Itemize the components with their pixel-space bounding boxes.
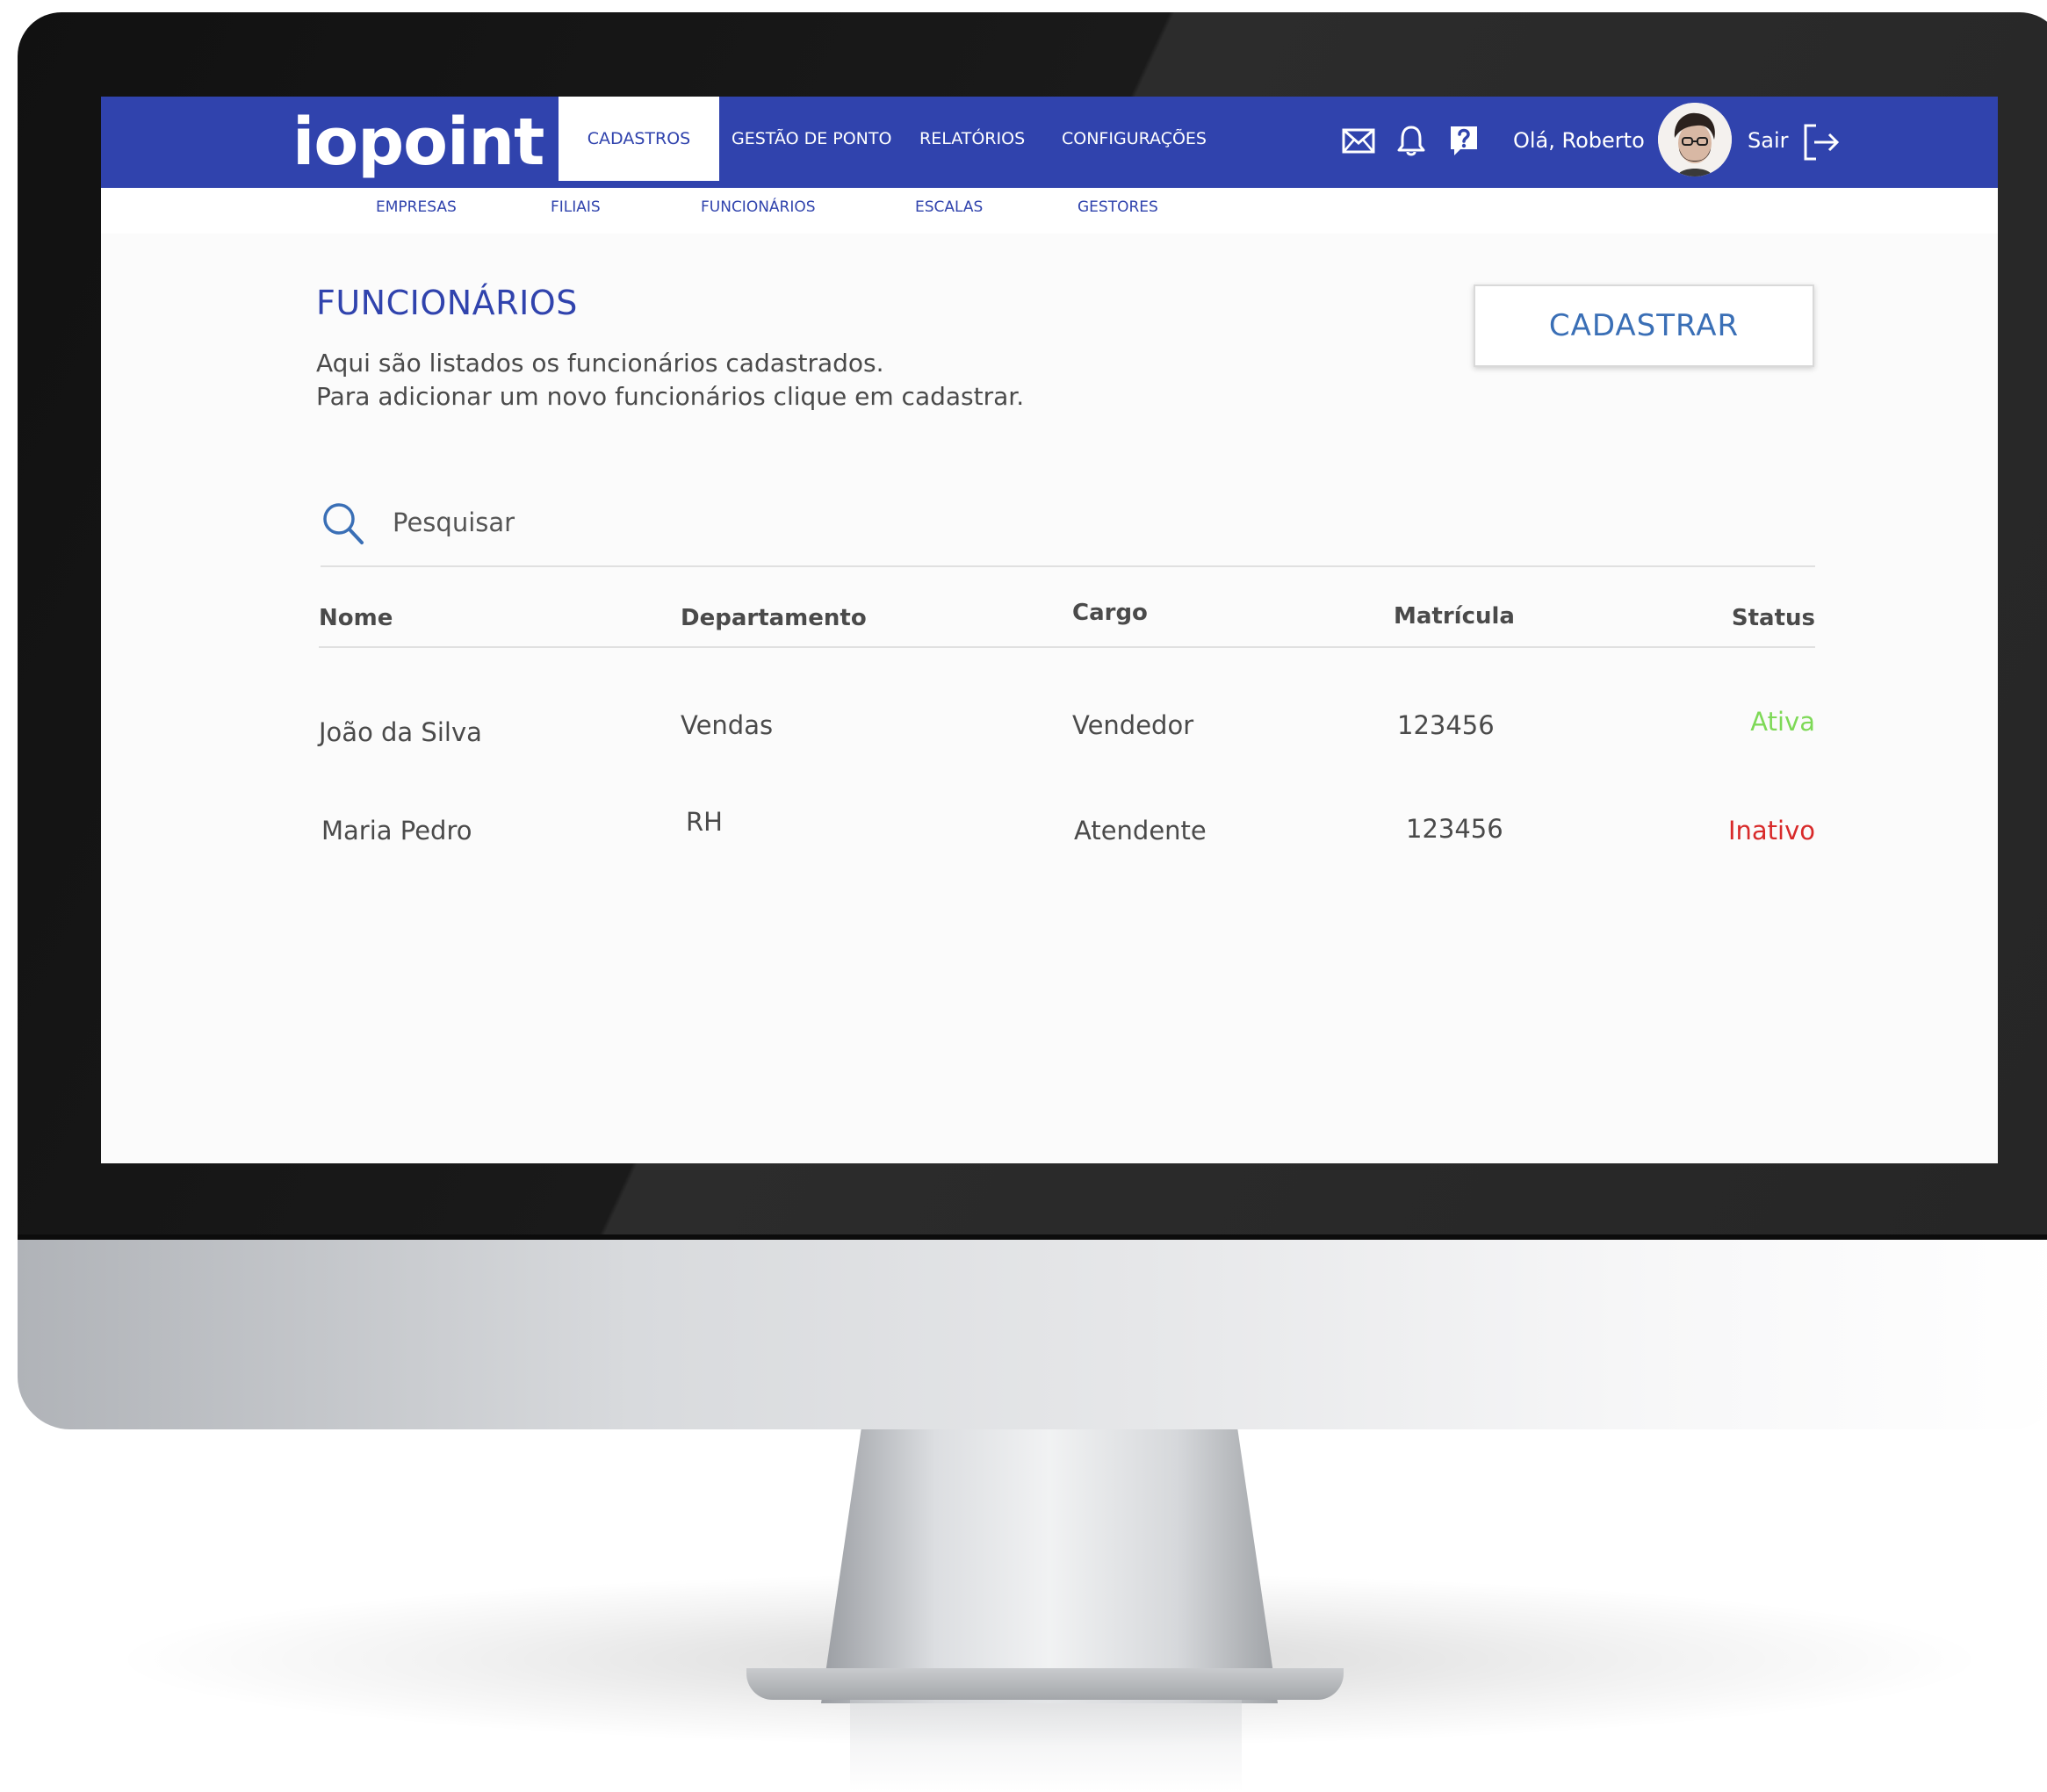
subnav-item-filiais[interactable]: FILIAIS [551, 197, 601, 218]
table-header: Nome Departamento Cargo Matrícula Status [319, 588, 1815, 648]
table-row[interactable]: Maria Pedro RH Atendente 123456 Inativo [319, 804, 1815, 866]
user-greeting: Olá, Roberto [1513, 128, 1645, 153]
status-badge: Inativo [1727, 816, 1815, 846]
page-title: FUNCIONÁRIOS [316, 284, 578, 322]
subnav-item-empresas[interactable]: EMPRESAS [376, 197, 457, 218]
nav-item-configuracoes[interactable]: CONFIGURAÇÕES [1062, 97, 1207, 181]
avatar[interactable] [1658, 103, 1732, 176]
monitor-bezel-edge [18, 1234, 2047, 1240]
cadastrar-button[interactable]: CADASTRAR [1474, 284, 1814, 367]
top-navigation-bar: iopoint CADASTROS GESTÃO DE PONTO RELATÓ… [101, 97, 1998, 188]
cell-departamento: RH [686, 807, 723, 837]
nav-item-gestao-de-ponto[interactable]: GESTÃO DE PONTO [732, 97, 891, 181]
search-bar [321, 492, 1815, 567]
user-avatar-icon [1658, 103, 1732, 176]
search-input[interactable] [393, 500, 1183, 544]
cell-departamento: Vendas [681, 710, 774, 740]
mail-icon[interactable] [1341, 123, 1376, 158]
app-logo[interactable]: iopoint [292, 98, 544, 186]
nav-item-cadastros[interactable]: CADASTROS [559, 97, 719, 181]
logout-icon[interactable] [1800, 121, 1842, 163]
cell-cargo: Vendedor [1072, 710, 1194, 740]
screen: iopoint CADASTROS GESTÃO DE PONTO RELATÓ… [101, 97, 1998, 1163]
cell-matricula: 123456 [1397, 710, 1495, 740]
cell-cargo: Atendente [1074, 816, 1207, 846]
column-header-departamento[interactable]: Departamento [681, 602, 867, 634]
column-header-status[interactable]: Status [1732, 602, 1815, 634]
page-description-line-2: Para adicionar um novo funcionários cliq… [316, 382, 1025, 411]
monitor-stand-base [746, 1668, 1344, 1700]
page-description-line-1: Aqui são listados os funcionários cadast… [316, 349, 884, 378]
page-description: Aqui são listados os funcionários cadast… [316, 347, 1024, 414]
logout-link[interactable]: Sair [1748, 121, 1788, 160]
help-icon[interactable] [1446, 123, 1481, 158]
monitor-stand [821, 1422, 1278, 1703]
cell-matricula: 123456 [1406, 814, 1503, 844]
column-header-nome[interactable]: Nome [319, 602, 393, 634]
nav-item-relatorios[interactable]: RELATÓRIOS [919, 97, 1025, 181]
monitor-chin [18, 1212, 2047, 1429]
search-icon[interactable] [321, 500, 364, 546]
cell-nome: João da Silva [319, 717, 482, 747]
bell-icon[interactable] [1394, 123, 1429, 158]
cell-nome: Maria Pedro [321, 816, 472, 846]
sub-navigation: EMPRESAS FILIAIS FUNCIONÁRIOS ESCALAS GE… [101, 188, 1998, 234]
subnav-item-gestores[interactable]: GESTORES [1078, 197, 1158, 218]
table-row[interactable]: João da Silva Vendas Vendedor 123456 Ati… [319, 704, 1815, 766]
subnav-item-funcionarios[interactable]: FUNCIONÁRIOS [701, 197, 816, 218]
column-header-matricula[interactable]: Matrícula [1394, 601, 1515, 632]
status-badge: Ativa [1750, 707, 1815, 737]
stand-reflection [850, 1700, 1242, 1792]
column-header-cargo[interactable]: Cargo [1072, 597, 1148, 629]
subnav-item-escalas[interactable]: ESCALAS [915, 197, 983, 218]
